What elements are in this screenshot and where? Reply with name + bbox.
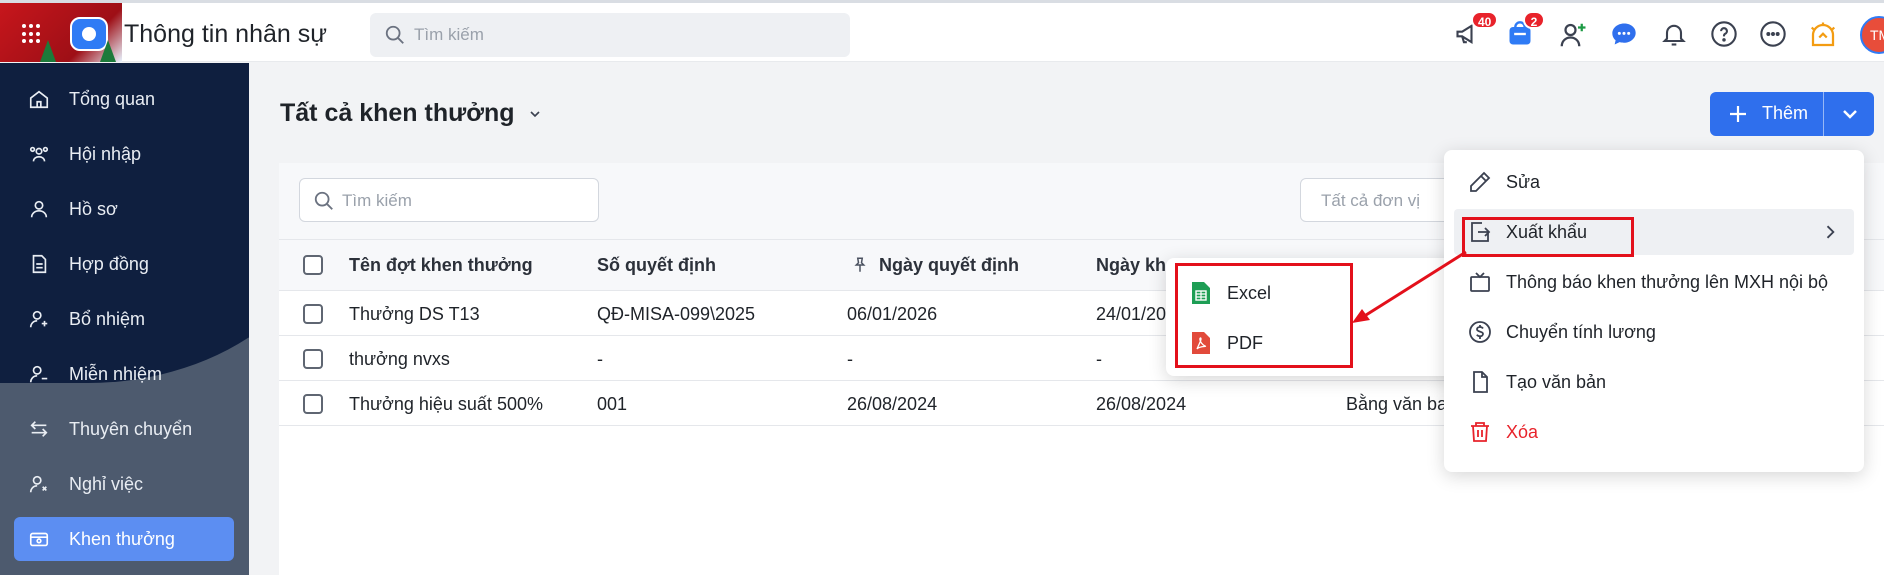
file-icon [1473,371,1488,393]
menu-item-label: Tạo văn bản [1506,372,1607,392]
sidebar-item-profile[interactable]: Hồ sơ [14,187,234,231]
global-search-input[interactable] [414,23,814,47]
cell-reward-date: 24/01/20 [1096,304,1167,324]
person-icon [30,200,48,218]
add-button-label: Thêm [1762,103,1809,123]
sidebar-item-label: Miễn nhiệm [69,364,163,384]
avatar[interactable]: TM [1860,16,1884,54]
menu-item-label: Thông báo khen thưởng lên MXH nội bộ [1506,272,1829,292]
column-header-decision-number[interactable]: Số quyết định [597,255,716,276]
sidebar-item-label: Hồ sơ [69,199,118,219]
menu-item-label: Xóa [1506,422,1539,442]
column-header-reward-name[interactable]: Tên đợt khen thưởng [349,255,533,276]
tv-icon [1470,272,1490,292]
app-launcher-icon[interactable] [22,24,42,44]
search-icon [314,191,333,210]
cell-reward-name: Thưởng hiệu suất 500% [349,394,543,414]
cell-reward-name: Thưởng DS T13 [349,304,480,324]
menu-item-create-document[interactable]: Tạo văn bản [1454,359,1854,405]
global-search[interactable] [370,13,850,57]
sidebar-item-label: Bổ nhiệm [69,309,146,329]
sidebar-item-onboarding[interactable]: Hội nhập [14,132,234,176]
row-checkbox[interactable] [303,394,323,414]
cell-reward-name: thưởng nvxs [349,349,450,369]
sidebar-item-transfer[interactable]: Thuyên chuyển [14,407,234,451]
cell-decision-number: - [597,349,603,369]
row-checkbox[interactable] [303,349,323,369]
column-header-reward-date[interactable]: Ngày kh [1096,255,1166,276]
cell-reward-form: Bằng văn ba [1346,394,1448,414]
sidebar-item-label: Nghỉ việc [69,474,144,494]
cell-decision-date: - [847,349,853,369]
add-button[interactable]: Thêm [1710,92,1874,136]
unit-filter-placeholder: Tất cả đơn vị [1321,191,1421,210]
export-highlight-box [1462,217,1634,257]
sidebar-item-resignation[interactable]: Nghỉ việc [14,462,234,506]
user-minus-icon [29,365,48,383]
column-header-decision-date[interactable]: Ngày quyết định [879,255,1019,276]
bulb-icon[interactable] [1808,20,1836,48]
add-user-icon[interactable] [1558,20,1586,48]
christmas-tree-icon [100,40,116,62]
menu-item-announce-social[interactable]: Thông báo khen thưởng lên MXH nội bộ [1454,259,1854,305]
sidebar-item-label: Thuyên chuyển [69,419,193,439]
action-menu: Sửa Xuất khẩu Thông báo khen thưởng lên … [1444,150,1864,472]
sidebar-item-label: Tổng quan [69,89,156,109]
transfer-icon [30,421,48,437]
help-icon[interactable] [1710,20,1738,48]
user-leave-icon [29,475,47,493]
sidebar-item-reward[interactable]: Khen thưởng [14,517,234,561]
trash-icon [1471,422,1489,442]
menu-item-label: Chuyển tính lương [1506,322,1656,342]
user-plus-icon [29,310,48,328]
dollar-icon [1469,321,1491,343]
app-logo[interactable] [0,3,122,62]
plus-icon [1730,106,1746,122]
group-icon [29,146,49,162]
cell-decision-date: 26/08/2024 [847,394,938,414]
menu-item-delete[interactable]: Xóa [1454,409,1854,455]
row-checkbox[interactable] [303,304,323,324]
cell-decision-number: QĐ-MISA-099\2025 [597,304,756,324]
megaphone-icon[interactable]: 40 [1454,11,1499,48]
chevron-down-icon[interactable] [1838,102,1862,126]
select-all-checkbox[interactable] [303,255,323,275]
page-title[interactable]: Tất cả khen thưởng [280,99,515,128]
cart-badge: 2 [1523,11,1545,29]
app-title: Thông tin nhân sự [124,20,327,48]
more-icon[interactable] [1759,20,1787,48]
cell-decision-date: 06/01/2026 [847,304,938,324]
chevron-right-icon [1826,225,1835,239]
top-header: Thông tin nhân sự 40 2 TM [0,0,1884,62]
home-icon [29,90,49,109]
sidebar-item-label: Hợp đồng [69,254,149,274]
chat-icon[interactable] [1610,20,1638,48]
sidebar-item-label: Khen thưởng [69,529,175,549]
announcement-badge: 40 [1471,11,1499,29]
menu-item-transfer-payroll[interactable]: Chuyển tính lương [1454,309,1854,355]
christmas-tree-icon [40,40,56,62]
sidebar-item-dismissal[interactable]: Miễn nhiệm [14,352,234,396]
search-icon [385,25,404,44]
sidebar-item-contract[interactable]: Hợp đồng [14,242,234,286]
sidebar-item-overview[interactable]: Tổng quan [14,77,234,121]
store-icon[interactable]: 2 [1506,11,1545,48]
document-icon [32,254,47,274]
cell-decision-number: 001 [597,394,628,414]
bell-icon[interactable] [1660,20,1688,48]
sidebar-item-label: Hội nhập [69,144,142,164]
menu-item-edit[interactable]: Sửa [1454,159,1854,205]
list-search[interactable] [299,178,599,222]
reward-icon [29,532,49,547]
cell-reward-date: - [1096,349,1102,369]
sidebar: Tổng quan Hội nhập Hồ sơ Hợp đồng Bổ nhi… [0,63,249,575]
menu-item-label: Sửa [1506,172,1541,192]
chevron-down-icon[interactable] [527,106,543,122]
submenu-highlight-box [1175,263,1353,368]
list-search-input[interactable] [342,189,582,213]
cell-reward-date: 26/08/2024 [1096,394,1187,414]
sidebar-item-appointment[interactable]: Bổ nhiệm [14,297,234,341]
pencil-icon [1470,171,1491,192]
pin-icon[interactable] [851,256,869,274]
